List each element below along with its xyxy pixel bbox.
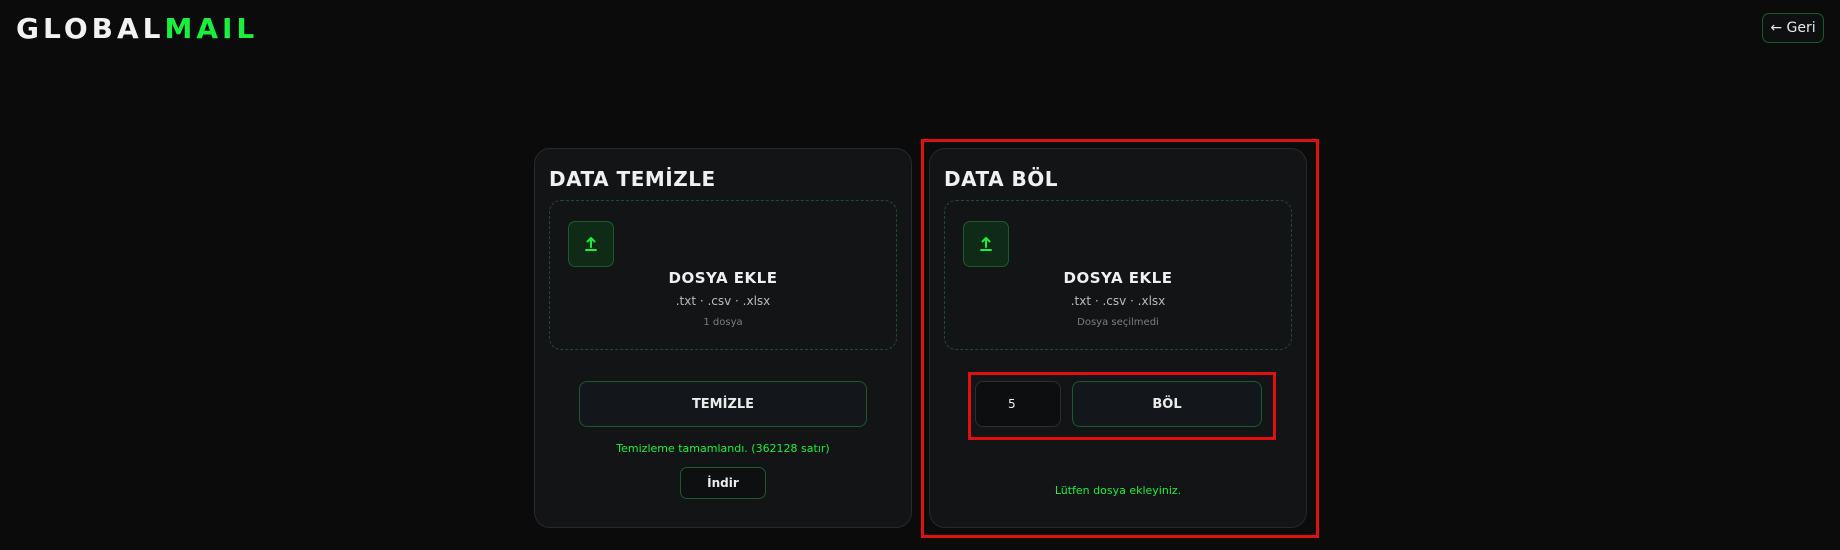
file-dropzone[interactable]: DOSYA EKLE .txt · .csv · .xlsx 1 dosya: [549, 200, 897, 350]
clean-data-card: DATA TEMİZLE DOSYA EKLE .txt · .csv · .x…: [534, 148, 912, 528]
split-count-input[interactable]: 5: [975, 381, 1061, 427]
split-button[interactable]: BÖL: [1072, 381, 1262, 427]
dropzone-status: Dosya seçilmedi: [1077, 317, 1159, 328]
logo-mail: MAIL: [164, 12, 259, 45]
page: GLOBALMAIL ← Geri DATA TEMİZLE DOSYA EKL…: [0, 0, 1840, 550]
upload-button[interactable]: [568, 221, 614, 267]
dropzone-title: DOSYA EKLE: [668, 269, 778, 287]
upload-arrow-icon: [585, 237, 597, 251]
dropzone-title: DOSYA EKLE: [1063, 269, 1173, 287]
logo-global: GLOBAL: [16, 12, 165, 45]
upload-button[interactable]: [963, 221, 1009, 267]
dropzone-status: 1 dosya: [703, 317, 743, 328]
clean-button[interactable]: TEMİZLE: [579, 381, 867, 427]
app-logo[interactable]: GLOBALMAIL: [16, 9, 258, 49]
split-data-card: DATA BÖL DOSYA EKLE .txt · .csv · .xlsx …: [929, 148, 1307, 528]
card-title: DATA BÖL: [944, 167, 1059, 191]
upload-arrow-icon: [980, 237, 992, 251]
clean-status-message: Temizleme tamamlandı. (362128 satır): [616, 442, 830, 455]
dropzone-file-types: .txt · .csv · .xlsx: [675, 294, 771, 308]
back-button[interactable]: ← Geri: [1762, 13, 1824, 43]
file-dropzone[interactable]: DOSYA EKLE .txt · .csv · .xlsx Dosya seç…: [944, 200, 1292, 350]
split-status-message: Lütfen dosya ekleyiniz.: [1054, 484, 1182, 497]
dropzone-file-types: .txt · .csv · .xlsx: [1070, 294, 1166, 308]
card-title: DATA TEMİZLE: [549, 167, 716, 191]
download-button[interactable]: İndir: [680, 467, 766, 499]
